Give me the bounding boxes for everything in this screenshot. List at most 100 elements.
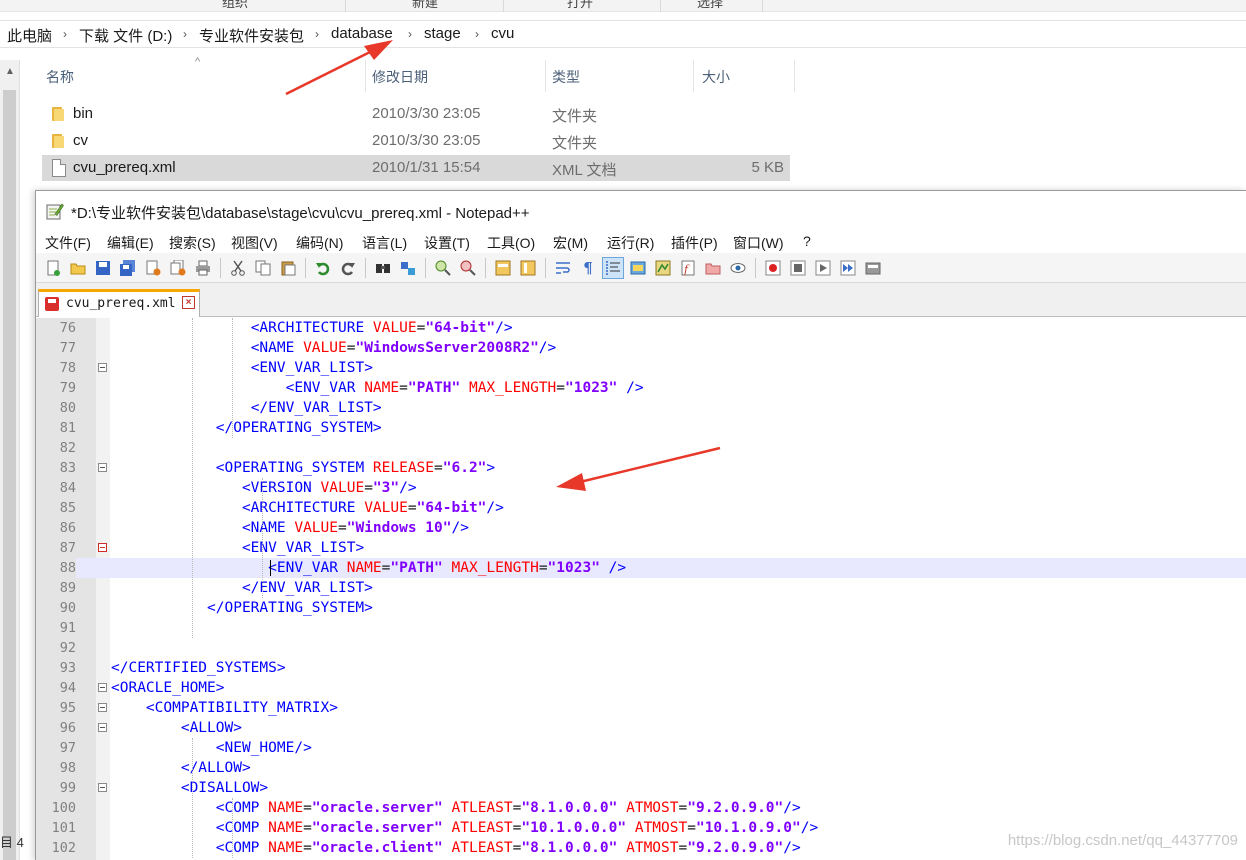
file-row-bin[interactable]: bin 2010/3/30 23:05 文件夹: [42, 101, 790, 127]
record-macro-icon[interactable]: [762, 257, 784, 279]
chevron-right-icon[interactable]: ›: [63, 27, 67, 41]
copy-icon[interactable]: [252, 257, 274, 279]
function-list-icon[interactable]: f: [677, 257, 699, 279]
fold-toggle-icon[interactable]: [98, 463, 107, 472]
code-line[interactable]: 82: [36, 438, 1246, 458]
address-bar[interactable]: 此电脑 › 下载 文件 (D:) › 专业软件安装包 › database › …: [0, 20, 1246, 48]
code-line[interactable]: 84 <VERSION VALUE="3"/>: [36, 478, 1246, 498]
document-map-icon[interactable]: [652, 257, 674, 279]
menu-language[interactable]: 语言(L): [362, 233, 407, 253]
find-icon[interactable]: [372, 257, 394, 279]
code-line[interactable]: 81 </OPERATING_SYSTEM>: [36, 418, 1246, 438]
menu-window[interactable]: 窗口(W): [733, 233, 784, 253]
code-line[interactable]: 78 <ENV_VAR_LIST>: [36, 358, 1246, 378]
show-all-chars-icon[interactable]: ¶: [577, 257, 599, 279]
close-all-icon[interactable]: [167, 257, 189, 279]
code-line[interactable]: 89 </ENV_VAR_LIST>: [36, 578, 1246, 598]
document-tab[interactable]: cvu_prereq.xml ×: [38, 289, 200, 317]
fold-toggle-icon[interactable]: [98, 723, 107, 732]
menu-search[interactable]: 搜索(S): [169, 233, 216, 253]
play-macro-icon[interactable]: [812, 257, 834, 279]
code-line[interactable]: 83 <OPERATING_SYSTEM RELEASE="6.2">: [36, 458, 1246, 478]
undo-icon[interactable]: [312, 257, 334, 279]
replace-icon[interactable]: [397, 257, 419, 279]
close-icon[interactable]: ×: [182, 296, 195, 309]
user-defined-language-icon[interactable]: [627, 257, 649, 279]
column-date-modified[interactable]: 修改日期: [372, 67, 428, 87]
save-macro-icon[interactable]: [862, 257, 884, 279]
open-file-icon[interactable]: [67, 257, 89, 279]
sync-horizontal-icon[interactable]: [517, 257, 539, 279]
menu-run[interactable]: 运行(R): [607, 233, 654, 253]
scroll-thumb[interactable]: [3, 90, 16, 860]
fold-toggle-icon[interactable]: [98, 783, 107, 792]
column-size[interactable]: 大小: [702, 67, 730, 87]
word-wrap-icon[interactable]: [552, 257, 574, 279]
code-line[interactable]: 88 <ENV_VAR NAME="PATH" MAX_LENGTH="1023…: [36, 558, 1246, 578]
code-line[interactable]: 77 <NAME VALUE="WindowsServer2008R2"/>: [36, 338, 1246, 358]
run-macro-multiple-icon[interactable]: [837, 257, 859, 279]
menu-edit[interactable]: 编辑(E): [107, 233, 154, 253]
code-line[interactable]: 80 </ENV_VAR_LIST>: [36, 398, 1246, 418]
code-line[interactable]: 91: [36, 618, 1246, 638]
menu-view[interactable]: 视图(V): [231, 233, 278, 253]
menu-tools[interactable]: 工具(O): [487, 233, 535, 253]
redo-icon[interactable]: [337, 257, 359, 279]
file-row-cv[interactable]: cv 2010/3/30 23:05 文件夹: [42, 128, 790, 154]
save-all-icon[interactable]: [117, 257, 139, 279]
ribbon-organize[interactable]: 组织: [200, 0, 270, 10]
scroll-up-icon[interactable]: ▲: [5, 66, 15, 77]
ribbon-select[interactable]: 选择: [675, 0, 745, 10]
code-line[interactable]: 96 <ALLOW>: [36, 718, 1246, 738]
menu-macro[interactable]: 宏(M): [553, 233, 588, 253]
chevron-right-icon[interactable]: ›: [475, 27, 479, 41]
code-line[interactable]: 79 <ENV_VAR NAME="PATH" MAX_LENGTH="1023…: [36, 378, 1246, 398]
column-type[interactable]: 类型: [552, 67, 580, 87]
paste-icon[interactable]: [277, 257, 299, 279]
file-row-cvu-prereq[interactable]: cvu_prereq.xml 2010/1/31 15:54 XML 文档 5 …: [42, 155, 790, 181]
menu-encoding[interactable]: 编码(N): [296, 233, 343, 253]
code-line[interactable]: 100 <COMP NAME="oracle.server" ATLEAST="…: [36, 798, 1246, 818]
ribbon-new[interactable]: 新建: [390, 0, 460, 10]
column-name[interactable]: 名称: [46, 67, 74, 87]
monitoring-eye-icon[interactable]: [727, 257, 749, 279]
fold-toggle-icon[interactable]: [98, 703, 107, 712]
breadcrumb-software-folder[interactable]: 专业软件安装包: [199, 25, 304, 46]
print-icon[interactable]: [192, 257, 214, 279]
menu-settings[interactable]: 设置(T): [424, 233, 470, 253]
fold-toggle-icon[interactable]: [98, 363, 107, 372]
breadcrumb-stage[interactable]: stage: [424, 25, 461, 42]
code-line[interactable]: 97 <NEW_HOME/>: [36, 738, 1246, 758]
nav-pane-scrollbar[interactable]: ▲: [0, 60, 20, 860]
folder-as-workspace-icon[interactable]: [702, 257, 724, 279]
code-line[interactable]: 76 <ARCHITECTURE VALUE="64-bit"/>: [36, 318, 1246, 338]
code-line[interactable]: 87 <ENV_VAR_LIST>: [36, 538, 1246, 558]
breadcrumb-database[interactable]: database: [331, 25, 393, 42]
indent-guide-icon[interactable]: [602, 257, 624, 279]
stop-macro-icon[interactable]: [787, 257, 809, 279]
chevron-right-icon[interactable]: ›: [315, 27, 319, 41]
ribbon-open[interactable]: 打开: [545, 0, 615, 10]
menu-plugins[interactable]: 插件(P): [671, 233, 718, 253]
code-line[interactable]: 93 </CERTIFIED_SYSTEMS>: [36, 658, 1246, 678]
chevron-right-icon[interactable]: ›: [183, 27, 187, 41]
code-line[interactable]: 90 </OPERATING_SYSTEM>: [36, 598, 1246, 618]
zoom-in-icon[interactable]: [432, 257, 454, 279]
breadcrumb-this-pc[interactable]: 此电脑: [7, 25, 52, 46]
code-line[interactable]: 85 <ARCHITECTURE VALUE="64-bit"/>: [36, 498, 1246, 518]
sync-vertical-icon[interactable]: [492, 257, 514, 279]
zoom-out-icon[interactable]: [457, 257, 479, 279]
fold-toggle-icon[interactable]: [98, 543, 107, 552]
breadcrumb-drive-d[interactable]: 下载 文件 (D:): [79, 25, 172, 46]
chevron-right-icon[interactable]: ›: [408, 27, 412, 41]
code-line[interactable]: 94 <ORACLE_HOME>: [36, 678, 1246, 698]
menu-file[interactable]: 文件(F): [45, 233, 91, 253]
fold-toggle-icon[interactable]: [98, 683, 107, 692]
code-line[interactable]: 95 <COMPATIBILITY_MATRIX>: [36, 698, 1246, 718]
code-editor[interactable]: 76 <ARCHITECTURE VALUE="64-bit"/> 77 <NAM…: [36, 318, 1246, 860]
breadcrumb-cvu[interactable]: cvu: [491, 25, 514, 42]
code-line[interactable]: 98 </ALLOW>: [36, 758, 1246, 778]
menu-help[interactable]: ?: [803, 233, 811, 249]
code-line[interactable]: 99 <DISALLOW>: [36, 778, 1246, 798]
new-file-icon[interactable]: [42, 257, 64, 279]
